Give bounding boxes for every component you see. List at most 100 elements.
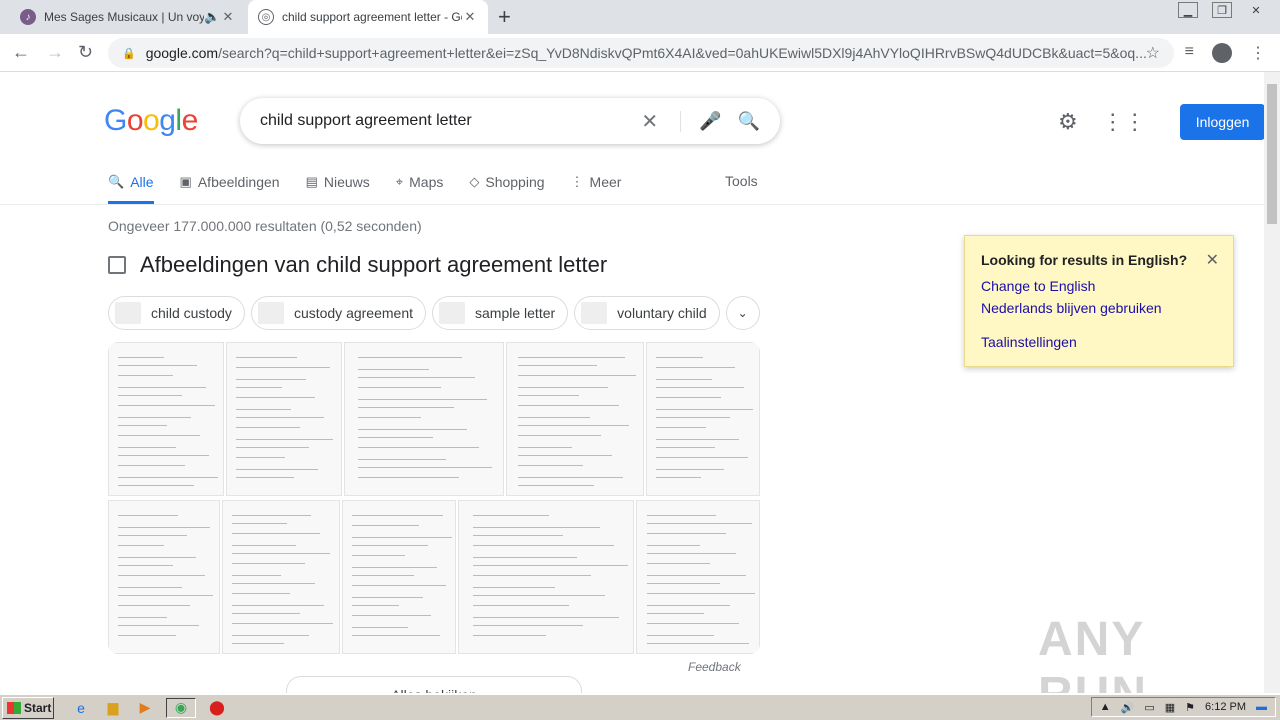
flag-icon[interactable]: ⚑ (1185, 701, 1195, 714)
tab-all[interactable]: 🔍 Alle (108, 171, 154, 193)
profile-avatar-icon[interactable] (1212, 43, 1232, 63)
chip[interactable]: child custody (108, 296, 245, 330)
network-icon[interactable]: ▭ (1144, 701, 1154, 714)
folder-icon[interactable]: ▆ (102, 698, 124, 718)
close-tab-icon[interactable]: ✕ (462, 9, 478, 25)
thumbnail-text-line (232, 553, 330, 554)
tab-shopping[interactable]: ◇ Shopping (469, 171, 544, 193)
speaker-icon[interactable]: 🔈 (204, 9, 220, 25)
tab-more[interactable]: ⋮ Meer (571, 171, 622, 193)
media-control-icon[interactable]: ≡ (1185, 43, 1194, 63)
media-player-icon[interactable]: ▶ (134, 698, 156, 718)
logo-letter: G (104, 104, 127, 137)
display-icon[interactable]: ▦ (1165, 701, 1175, 714)
thumbnail-text-line (232, 575, 281, 576)
thumbnail-text-line (351, 555, 405, 556)
clear-icon[interactable]: ✕ (641, 109, 658, 134)
image-thumbnail[interactable] (646, 342, 760, 496)
chrome-icon[interactable]: ◉ (166, 697, 196, 718)
microphone-icon[interactable]: 🎤 (680, 110, 722, 132)
thumbnail-text-line (517, 435, 601, 436)
close-icon[interactable]: ✕ (1206, 250, 1219, 270)
thumbnail-text-line (472, 625, 583, 626)
image-thumbnail[interactable] (506, 342, 644, 496)
minimize-icon[interactable]: ▁ (1178, 2, 1198, 18)
change-language-link[interactable]: Change to English (981, 278, 1217, 294)
settings-gear-icon[interactable]: ⚙ (1058, 109, 1078, 135)
close-window-icon[interactable]: ✕ (1246, 2, 1266, 18)
reload-icon[interactable]: ↻ (78, 42, 93, 63)
thumbnail-text-line (517, 405, 619, 406)
image-thumbnail[interactable] (636, 500, 760, 654)
thumbnail-text-line (357, 447, 480, 448)
search-box[interactable]: child support agreement letter ✕ 🎤 🔍 (240, 98, 780, 144)
close-tab-icon[interactable]: ✕ (220, 9, 236, 25)
thumbnail-text-line (646, 515, 717, 516)
apps-grid-icon[interactable]: ⋮⋮ (1102, 109, 1146, 135)
google-results-page: Google child support agreement letter ✕ … (0, 72, 1264, 693)
image-thumbnail[interactable] (344, 342, 504, 496)
chip[interactable]: sample letter (432, 296, 569, 330)
thumbnail-text-line (118, 485, 195, 486)
browser-tab-2[interactable]: ◎ child support agreement letter - Goo ✕ (248, 0, 488, 34)
thumbnail-text-line (357, 399, 488, 400)
thumbnail-text-line (117, 545, 164, 546)
tools-button[interactable]: Tools (725, 173, 758, 189)
menu-kebab-icon[interactable]: ⋮ (1250, 43, 1266, 63)
feedback-link[interactable]: Feedback (688, 660, 741, 674)
search-icon[interactable]: 🔍 (738, 111, 760, 132)
chip[interactable]: custody agreement (250, 296, 427, 330)
thumbnail-text-line (357, 477, 459, 478)
chip[interactable]: voluntary child (574, 296, 720, 330)
thumbnail-text-line (117, 605, 191, 606)
thumbnail-text-line (236, 447, 310, 448)
image-thumbnail[interactable] (458, 500, 634, 654)
image-thumbnail[interactable] (108, 342, 224, 496)
tab-maps[interactable]: ⌖ Maps (396, 171, 444, 193)
windows-logo-icon (7, 701, 21, 714)
map-pin-icon: ⌖ (395, 174, 404, 189)
thumbnail-text-line (517, 477, 623, 478)
image-thumbnail[interactable] (222, 500, 340, 654)
start-button[interactable]: Start (2, 696, 54, 719)
tab-news[interactable]: ▤ Nieuws (306, 171, 370, 193)
restore-icon[interactable]: ❐ (1212, 2, 1232, 18)
image-thumbnail[interactable] (226, 342, 342, 496)
thumbnail-text-line (351, 605, 399, 606)
search-input[interactable]: child support agreement letter (260, 112, 627, 130)
scrollbar-thumb[interactable] (1267, 84, 1277, 224)
arrow-up-icon[interactable]: ▲ (1100, 701, 1111, 713)
image-icon (108, 256, 126, 274)
keep-dutch-link[interactable]: Nederlands blijven gebruiken (981, 300, 1217, 316)
thumbnail-text-line (646, 533, 727, 534)
see-all-button[interactable]: Alles bekijken (286, 676, 582, 693)
address-bar[interactable]: 🔒 google.com /search?q=child+support+agr… (108, 38, 1174, 68)
chip-label: sample letter (475, 305, 556, 321)
thumbnail-text-line (232, 545, 297, 546)
stop-icon[interactable]: ⬤ (206, 698, 228, 718)
thumbnail-text-line (517, 365, 597, 366)
new-tab-button[interactable]: + (498, 4, 511, 30)
monitor-icon[interactable]: ▬ (1256, 701, 1267, 713)
tab-label: Nieuws (323, 174, 370, 190)
thumbnail-text-line (472, 595, 606, 596)
thumbnail-text-line (357, 437, 434, 438)
bookmark-star-icon[interactable]: ☆ (1146, 43, 1160, 63)
thumbnail-text-line (646, 523, 752, 524)
internet-explorer-icon[interactable]: e (70, 698, 92, 718)
language-settings-link[interactable]: Taalinstellingen (981, 334, 1217, 350)
thumbnail-text-line (117, 635, 177, 636)
thumbnail-text-line (232, 635, 309, 636)
chevron-down-icon[interactable]: ⌄ (725, 296, 760, 330)
image-thumbnail[interactable] (108, 500, 220, 654)
thumbnail-text-line (117, 515, 179, 516)
tab-images[interactable]: ▣ Afbeeldingen (180, 171, 280, 193)
image-thumbnail[interactable] (342, 500, 456, 654)
browser-tab-1[interactable]: ♪ Mes Sages Musicaux | Un voyag 🔈 ✕ (10, 0, 246, 34)
back-arrow-icon[interactable]: ← (12, 42, 30, 63)
volume-icon[interactable]: 🔊 (1121, 701, 1135, 714)
login-button[interactable]: Inloggen (1179, 104, 1264, 140)
page-scrollbar[interactable] (1264, 72, 1280, 693)
forward-arrow-icon[interactable]: → (46, 42, 64, 63)
google-logo[interactable]: Google (104, 104, 198, 138)
